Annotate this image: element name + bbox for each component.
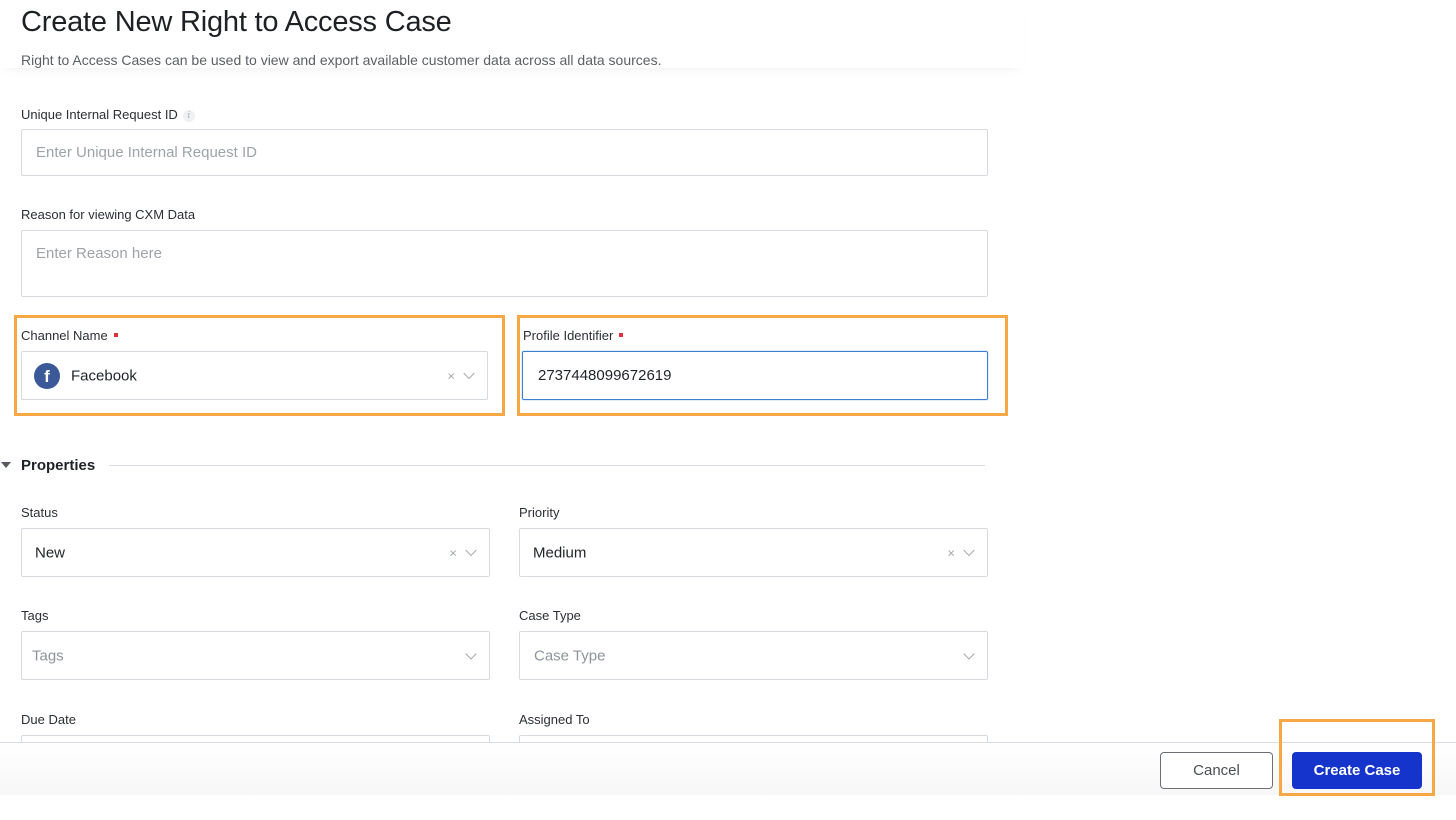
request-id-input[interactable] — [22, 130, 987, 175]
request-id-label: Unique Internal Request ID i — [21, 107, 195, 122]
profile-id-input[interactable] — [523, 352, 987, 399]
facebook-icon: f — [34, 362, 60, 389]
profile-id-field[interactable] — [522, 351, 988, 400]
clear-icon[interactable]: × — [947, 545, 955, 560]
channel-select[interactable]: f Facebook × — [21, 351, 488, 400]
page-title: Create New Right to Access Case — [21, 6, 452, 38]
case-type-placeholder: Case Type — [534, 647, 606, 664]
properties-section-header[interactable]: Properties — [0, 455, 985, 475]
required-marker — [619, 333, 624, 337]
status-value: New — [35, 544, 66, 561]
reason-field[interactable] — [21, 230, 988, 297]
reason-label: Reason for viewing CXM Data — [21, 207, 196, 222]
request-id-label-text: Unique Internal Request ID — [21, 107, 178, 122]
channel-label: Channel Name — [21, 328, 118, 343]
create-case-button[interactable]: Create Case — [1292, 752, 1422, 789]
chevron-down-icon[interactable] — [465, 544, 477, 557]
case-type-label: Case Type — [519, 608, 581, 623]
chevron-down-icon[interactable] — [963, 544, 975, 557]
page-subtitle: Right to Access Cases can be used to vie… — [21, 52, 662, 68]
case-type-select[interactable]: Case Type — [519, 631, 988, 680]
priority-label: Priority — [519, 505, 560, 520]
clear-icon[interactable]: × — [447, 368, 455, 383]
channel-value: Facebook — [71, 367, 137, 384]
tags-select[interactable]: Tags — [21, 631, 490, 680]
tags-placeholder: Tags — [32, 647, 64, 664]
priority-select[interactable]: Medium × — [519, 528, 988, 577]
chevron-down-icon[interactable] — [465, 647, 477, 660]
request-id-field[interactable] — [21, 129, 988, 176]
caret-down-icon[interactable] — [1, 462, 11, 468]
reason-textarea[interactable] — [22, 231, 987, 296]
channel-label-text: Channel Name — [21, 328, 108, 343]
due-date-label: Due Date — [21, 712, 76, 727]
status-select[interactable]: New × — [21, 528, 490, 577]
status-label: Status — [21, 505, 58, 520]
page-header: Create New Right to Access Case Right to… — [0, 0, 1024, 68]
cancel-button[interactable]: Cancel — [1160, 752, 1273, 789]
required-marker — [113, 333, 118, 337]
priority-value: Medium — [533, 544, 587, 561]
info-icon[interactable]: i — [182, 110, 195, 122]
properties-title: Properties — [21, 456, 96, 474]
chevron-down-icon[interactable] — [463, 367, 475, 380]
clear-icon[interactable]: × — [449, 545, 457, 560]
tags-label: Tags — [21, 608, 49, 623]
profile-id-label-text: Profile Identifier — [523, 328, 614, 343]
section-divider — [109, 464, 985, 466]
chevron-down-icon[interactable] — [963, 647, 975, 660]
profile-id-label: Profile Identifier — [523, 328, 624, 343]
assigned-to-label: Assigned To — [519, 712, 590, 727]
